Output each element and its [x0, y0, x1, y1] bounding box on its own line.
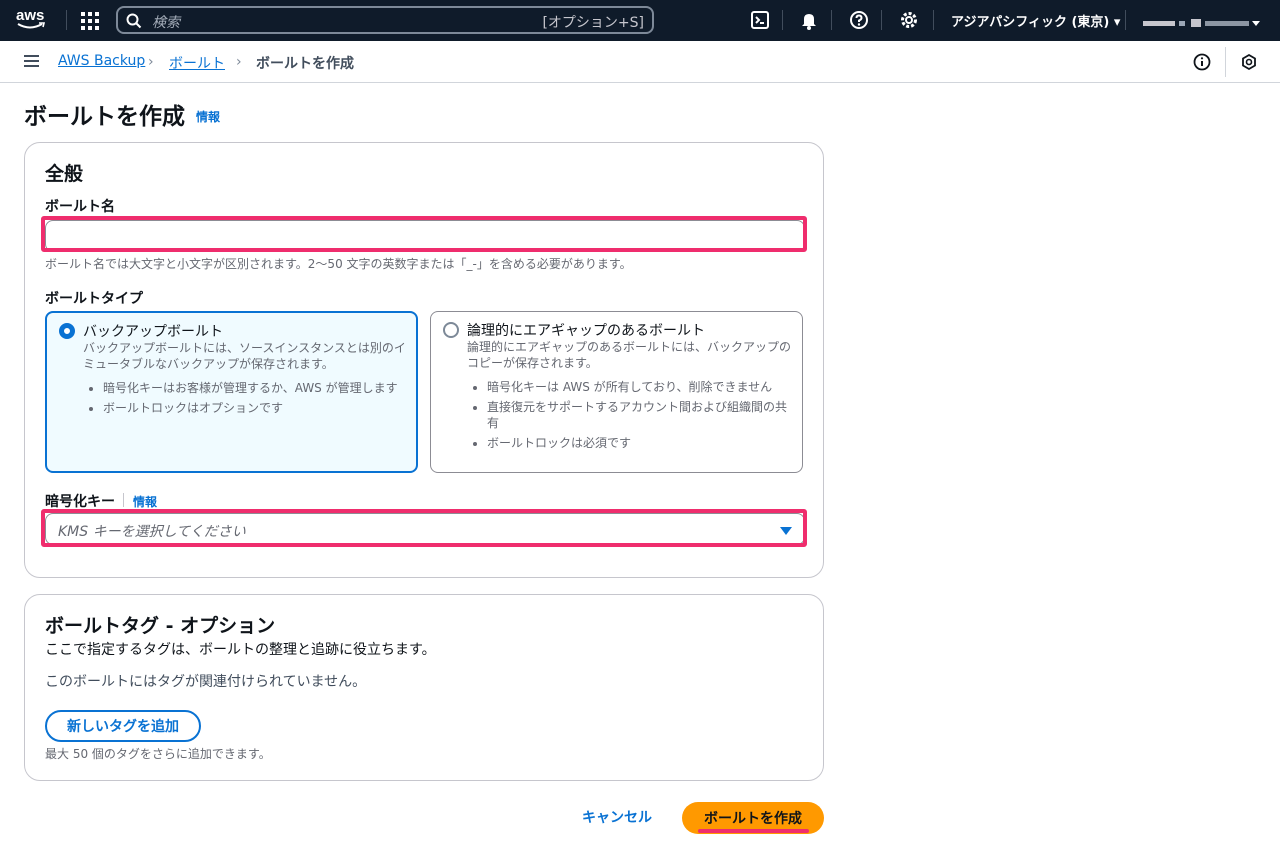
- add-tag-button[interactable]: 新しいタグを追加: [45, 710, 201, 742]
- nav-divider: [782, 10, 783, 30]
- aws-smile-icon: [17, 22, 46, 29]
- info-icon[interactable]: [1193, 53, 1211, 71]
- help-icon[interactable]: [849, 10, 869, 30]
- vault-tags-container: ボールトタグ - オプション ここで指定するタグは、ボールトの整理と追跡に役立ち…: [24, 594, 824, 781]
- tile-bullets: 暗号化キーは AWS が所有しており、削除できません 直接復元をサポートするアカ…: [487, 379, 787, 455]
- tile-description: バックアップボールトには、ソースインスタンスとは別のイミュータブルなバックアップ…: [83, 341, 406, 371]
- list-item: ボールトロックはオプションです: [103, 400, 403, 416]
- notifications-panel-icon[interactable]: [1240, 53, 1258, 71]
- page-title: ボールトを作成: [24, 104, 185, 130]
- list-item: ボールトロックは必須です: [487, 435, 787, 451]
- vault-type-label: ボールトタイプ: [45, 291, 143, 307]
- cancel-button[interactable]: キャンセル: [578, 807, 656, 827]
- tags-limit-text: 最大 50 個のタグをさらに追加できます。: [45, 747, 271, 761]
- search-placeholder: 検索: [152, 15, 180, 31]
- list-item: 暗号化キーはお客様が管理するか、AWS が管理します: [103, 380, 403, 396]
- vault-name-label: ボールト名: [45, 199, 115, 215]
- breadcrumb-vaults[interactable]: ボールト: [169, 53, 225, 73]
- tile-description: 論理的にエアギャップのあるボールトには、バックアップのコピーが保存されます。: [467, 340, 792, 370]
- encryption-key-label: 暗号化キー: [45, 494, 115, 510]
- annotation-highlight-vault-name: [41, 216, 807, 252]
- tile-title: 論理的にエアギャップのあるボールト: [467, 323, 705, 339]
- gear-icon[interactable]: [899, 10, 919, 30]
- tags-description: ここで指定するタグは、ボールトの整理と追跡に役立ちます。: [45, 642, 436, 658]
- nav-divider: [881, 10, 882, 30]
- region-selector[interactable]: アジアパシフィック (東京) ▾: [951, 11, 1120, 30]
- tile-bullets: 暗号化キーはお客様が管理するか、AWS が管理します ボールトロックはオプション…: [103, 380, 403, 420]
- search-shortcut: [オプション+S]: [542, 15, 644, 31]
- search-icon: [126, 13, 142, 29]
- radio-selected[interactable]: [59, 323, 75, 339]
- vault-type-airgapped-tile[interactable]: 論理的にエアギャップのあるボールト 論理的にエアギャップのあるボールトには、バッ…: [430, 311, 803, 473]
- breadcrumb-create-vault: ボールトを作成: [256, 56, 354, 72]
- nav-divider: [933, 10, 934, 30]
- toolbar-divider: [1225, 47, 1226, 77]
- account-menu[interactable]: [1143, 14, 1263, 27]
- list-item: 暗号化キーは AWS が所有しており、削除できません: [487, 379, 787, 395]
- search-input[interactable]: 検索 [オプション+S]: [116, 6, 654, 34]
- services-grid-icon[interactable]: [81, 12, 99, 30]
- annotation-underline-create: [698, 829, 809, 833]
- nav-divider: [831, 10, 832, 30]
- tile-title: バックアップボールト: [83, 324, 223, 340]
- bell-icon[interactable]: [799, 10, 819, 30]
- vault-type-backup-tile[interactable]: バックアップボールト バックアップボールトには、ソースインスタンスとは別のイミュ…: [45, 311, 418, 473]
- list-item: 直接復元をサポートするアカウント間および組織間の共有: [487, 399, 787, 431]
- chevron-right-icon: ›: [236, 54, 242, 70]
- general-section-title: 全般: [45, 163, 84, 185]
- aws-logo[interactable]: aws: [16, 8, 50, 32]
- vault-name-constraint: ボールト名では大文字と小文字が区別されます。2〜50 文字の英数字または「_-」…: [45, 257, 632, 271]
- annotation-highlight-kms-key: [41, 509, 807, 547]
- menu-icon[interactable]: [24, 55, 39, 67]
- tags-section-title: ボールトタグ - オプション: [45, 615, 276, 637]
- aws-logo-text: aws: [16, 7, 45, 24]
- page-info-link[interactable]: 情報: [196, 108, 220, 125]
- tags-empty-text: このボールトにはタグが関連付けられていません。: [45, 674, 367, 690]
- label-divider: [123, 493, 124, 507]
- breadcrumb-bar: AWS Backup › ボールト › ボールトを作成: [0, 41, 1280, 83]
- nav-divider: [66, 10, 67, 30]
- chevron-right-icon: ›: [148, 54, 154, 70]
- nav-divider: [1125, 10, 1126, 30]
- breadcrumb-aws-backup[interactable]: AWS Backup: [58, 53, 145, 69]
- encryption-info-link[interactable]: 情報: [133, 493, 157, 510]
- top-navigation: aws 検索 [オプション+S] アジアパシフィック (東京) ▾: [0, 0, 1280, 41]
- cloudshell-icon[interactable]: [750, 10, 770, 30]
- radio-unselected[interactable]: [443, 322, 459, 338]
